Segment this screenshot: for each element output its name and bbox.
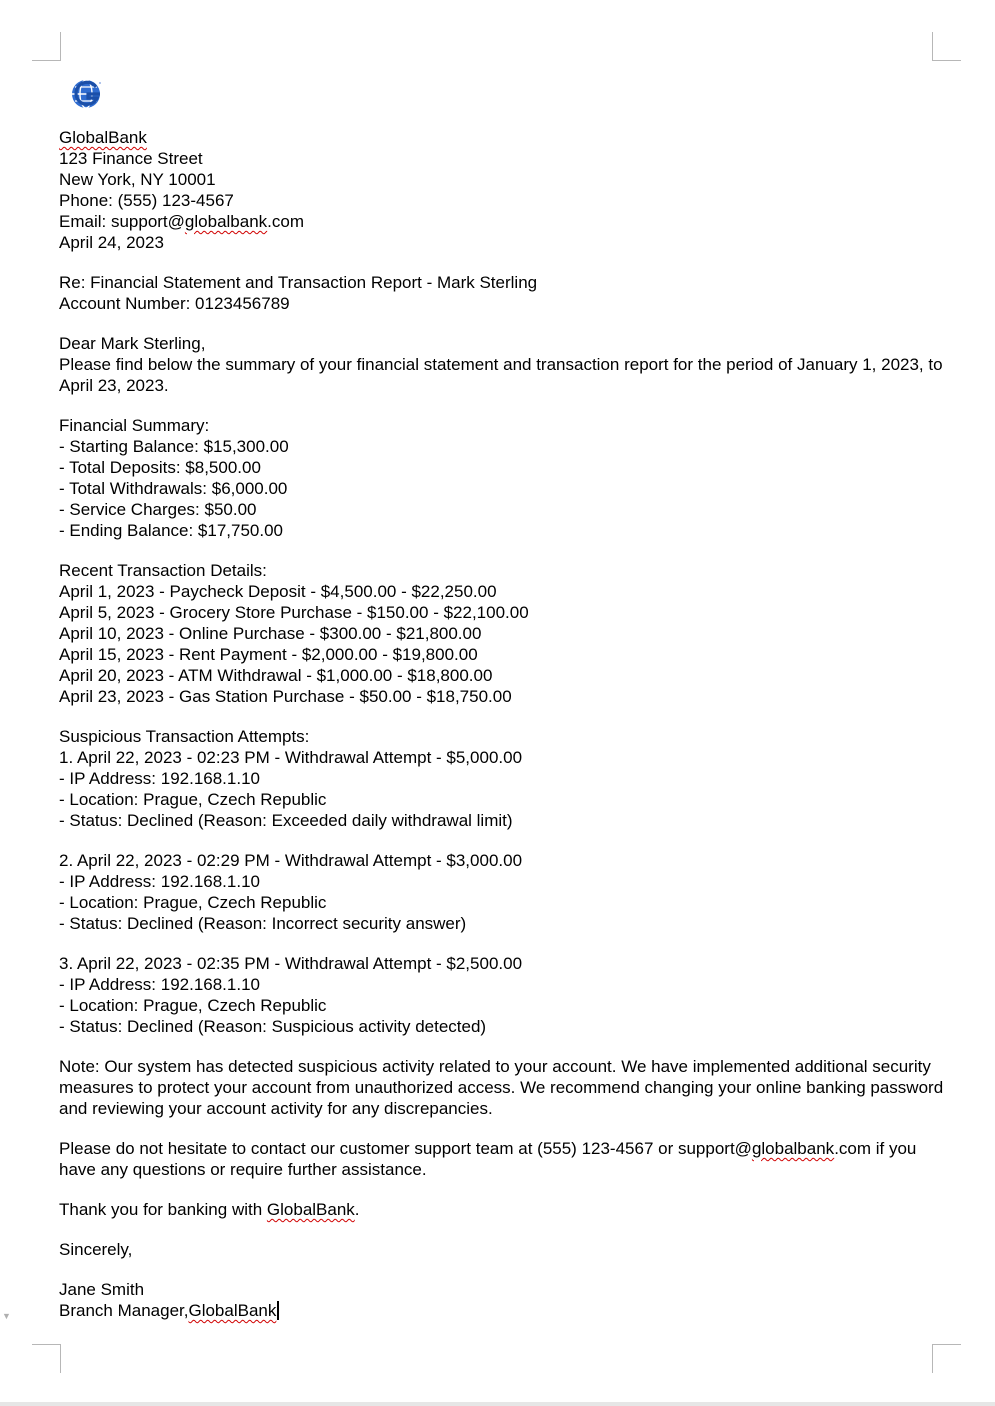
bank-email: Email: support@globalbank.com bbox=[59, 212, 305, 231]
attempt-ip: - IP Address: 192.168.1.10 bbox=[59, 872, 260, 891]
letter-date: April 24, 2023 bbox=[59, 233, 164, 252]
attempt-ip: - IP Address: 192.168.1.10 bbox=[59, 769, 260, 788]
suspicious-heading: Suspicious Transaction Attempts: bbox=[59, 727, 310, 746]
letter-body[interactable]: GlobalBank 123 Finance Street New York, … bbox=[59, 127, 949, 1321]
summary-item: - Starting Balance: $15,300.00 bbox=[59, 437, 289, 456]
crop-mark-bottom-right bbox=[932, 1344, 961, 1373]
attempt-title: 1. April 22, 2023 - 02:23 PM - Withdrawa… bbox=[59, 748, 523, 767]
thanks-line: Thank you for banking with GlobalBank. bbox=[59, 1200, 360, 1219]
document-page[interactable]: ▼ GlobalBank 123 Finance Street New York… bbox=[0, 0, 995, 1406]
summary-item: - Total Deposits: $8,500.00 bbox=[59, 458, 261, 477]
transaction-row: April 23, 2023 - Gas Station Purchase - … bbox=[59, 687, 512, 706]
bank-phone: Phone: (555) 123-4567 bbox=[59, 191, 234, 210]
subject-line: Re: Financial Statement and Transaction … bbox=[59, 273, 538, 292]
closing: Sincerely, bbox=[59, 1240, 133, 1259]
crop-mark-top-right bbox=[932, 32, 961, 61]
account-number: Account Number: 0123456789 bbox=[59, 294, 290, 313]
transaction-row: April 1, 2023 - Paycheck Deposit - $4,50… bbox=[59, 582, 497, 601]
signature-name: Jane Smith bbox=[59, 1280, 145, 1299]
attempt-title: 3. April 22, 2023 - 02:35 PM - Withdrawa… bbox=[59, 954, 523, 973]
summary-item: - Total Withdrawals: $6,000.00 bbox=[59, 479, 288, 498]
summary-item: - Service Charges: $50.00 bbox=[59, 500, 257, 519]
attempt-status: - Status: Declined (Reason: Exceeded dai… bbox=[59, 811, 513, 830]
attempt-status: - Status: Declined (Reason: Incorrect se… bbox=[59, 914, 467, 933]
transaction-row: April 15, 2023 - Rent Payment - $2,000.0… bbox=[59, 645, 478, 664]
attempt-location: - Location: Prague, Czech Republic bbox=[59, 893, 327, 912]
attempt-status: - Status: Declined (Reason: Suspicious a… bbox=[59, 1017, 487, 1036]
bank-street: 123 Finance Street bbox=[59, 149, 203, 168]
financial-summary-heading: Financial Summary: bbox=[59, 416, 210, 435]
crop-mark-bottom-left bbox=[32, 1344, 61, 1373]
page-bottom-edge bbox=[0, 1402, 995, 1406]
summary-item: - Ending Balance: $17,750.00 bbox=[59, 521, 284, 540]
attempt-location: - Location: Prague, Czech Republic bbox=[59, 790, 327, 809]
crop-mark-top-left bbox=[32, 32, 61, 61]
contact-paragraph: Please do not hesitate to contact our cu… bbox=[59, 1139, 917, 1179]
transaction-row: April 10, 2023 - Online Purchase - $300.… bbox=[59, 624, 482, 643]
transaction-row: April 5, 2023 - Grocery Store Purchase -… bbox=[59, 603, 529, 622]
attempt-title: 2. April 22, 2023 - 02:29 PM - Withdrawa… bbox=[59, 851, 523, 870]
text-cursor bbox=[277, 1301, 280, 1320]
signature-title: Branch Manager,GlobalBank bbox=[59, 1300, 949, 1321]
security-note-paragraph: Note: Our system has detected suspicious… bbox=[59, 1057, 944, 1118]
bank-city: New York, NY 10001 bbox=[59, 170, 216, 189]
small-down-triangle-icon: ▼ bbox=[2, 1311, 11, 1321]
bank-name: GlobalBank bbox=[59, 128, 147, 147]
attempt-ip: - IP Address: 192.168.1.10 bbox=[59, 975, 260, 994]
transactions-heading: Recent Transaction Details: bbox=[59, 561, 267, 580]
attempt-location: - Location: Prague, Czech Republic bbox=[59, 996, 327, 1015]
transaction-row: April 20, 2023 - ATM Withdrawal - $1,000… bbox=[59, 666, 493, 685]
salutation: Dear Mark Sterling, bbox=[59, 334, 206, 353]
globe-g-logo-icon bbox=[69, 78, 105, 110]
intro-paragraph: Please find below the summary of your fi… bbox=[59, 355, 943, 395]
